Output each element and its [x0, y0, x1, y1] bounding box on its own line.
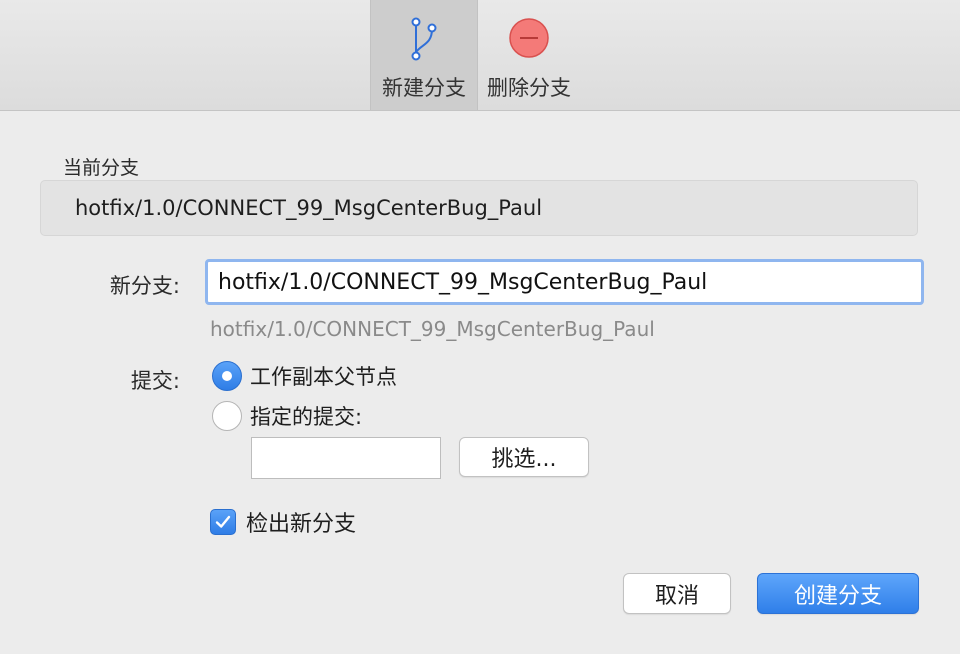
- current-branch-value: hotfix/1.0/CONNECT_99_MsgCenterBug_Paul: [75, 196, 543, 220]
- radio-working-copy-row[interactable]: 工作副本父节点: [212, 361, 397, 391]
- radio-specified-commit[interactable]: [212, 401, 242, 431]
- new-branch-tool-button[interactable]: 新建分支: [370, 0, 478, 110]
- minus-circle-icon: [509, 18, 549, 58]
- commit-id-input[interactable]: [251, 437, 441, 479]
- branch-icon: [411, 17, 437, 61]
- checkout-new-branch-label: 检出新分支: [246, 512, 357, 537]
- cancel-button[interactable]: 取消: [623, 573, 731, 614]
- radio-specified-commit-label: 指定的提交:: [250, 405, 363, 429]
- checkout-new-branch-checkbox[interactable]: [210, 509, 236, 535]
- current-branch-title: 当前分支: [63, 157, 140, 179]
- radio-working-copy-label: 工作副本父节点: [250, 365, 397, 389]
- delete-branch-tool-label: 删除分支: [487, 76, 571, 100]
- checkout-new-branch-row[interactable]: 检出新分支: [210, 506, 356, 538]
- new-branch-tool-label: 新建分支: [382, 76, 466, 100]
- toolbar: 新建分支 删除分支: [0, 0, 960, 111]
- pick-commit-button[interactable]: 挑选...: [459, 437, 589, 477]
- radio-specified-commit-row[interactable]: 指定的提交:: [212, 401, 362, 431]
- new-branch-input[interactable]: [205, 259, 924, 305]
- create-branch-button[interactable]: 创建分支: [757, 573, 919, 614]
- radio-working-copy[interactable]: [212, 361, 242, 391]
- checkmark-icon: [215, 515, 231, 528]
- commit-label: 提交:: [130, 369, 180, 393]
- new-branch-hint: hotfix/1.0/CONNECT_99_MsgCenterBug_Paul: [210, 317, 655, 341]
- delete-branch-tool-button[interactable]: 删除分支: [476, 0, 582, 110]
- current-branch-display: hotfix/1.0/CONNECT_99_MsgCenterBug_Paul: [40, 180, 918, 236]
- new-branch-label: 新分支:: [109, 274, 180, 298]
